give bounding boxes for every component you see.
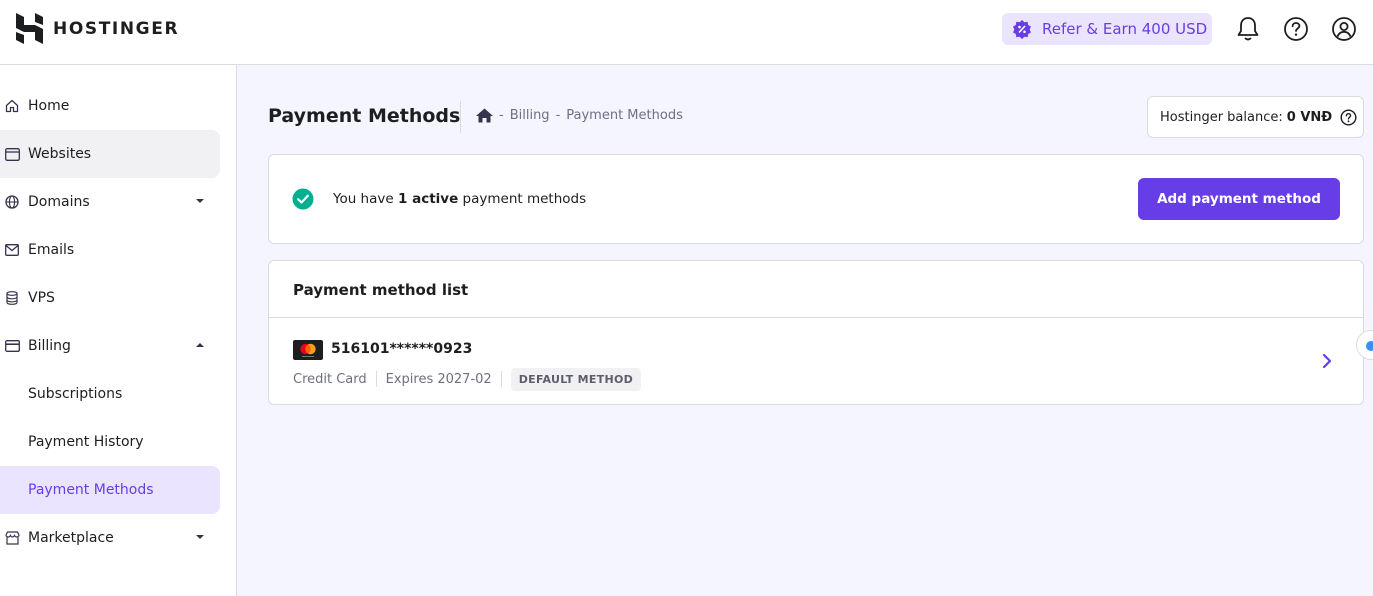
sidebar-item-label: Subscriptions bbox=[28, 386, 123, 402]
assistant-dot-icon bbox=[1366, 341, 1373, 351]
credit-card-icon bbox=[4, 338, 20, 354]
sidebar-item-billing[interactable]: Billing bbox=[0, 322, 220, 370]
title-divider bbox=[460, 101, 461, 133]
sidebar-item-label: Billing bbox=[28, 338, 71, 354]
sidebar-item-domains[interactable]: Domains bbox=[0, 178, 220, 226]
balance-box: Hostinger balance: 0 VNĐ bbox=[1147, 96, 1364, 138]
help-circle-icon[interactable] bbox=[1282, 15, 1310, 43]
browser-window-icon bbox=[4, 146, 20, 162]
sidebar-item-home[interactable]: Home bbox=[0, 82, 220, 130]
active-count: 1 active bbox=[397, 191, 459, 207]
sidebar-item-label: VPS bbox=[28, 290, 55, 306]
store-icon bbox=[4, 530, 20, 546]
hostinger-mark-icon bbox=[16, 13, 43, 44]
card-number: 516101******0923 bbox=[331, 341, 473, 357]
list-title: Payment method list bbox=[293, 281, 469, 299]
sidebar-item-vps[interactable]: VPS bbox=[0, 274, 220, 322]
meta-divider bbox=[375, 371, 377, 387]
refer-earn-label: Refer & Earn 400 USD bbox=[1042, 20, 1208, 38]
sidebar-item-label: Emails bbox=[28, 242, 75, 258]
envelope-icon bbox=[4, 242, 20, 258]
add-payment-method-button[interactable]: Add payment method bbox=[1138, 178, 1340, 220]
sidebar-item-label: Marketplace bbox=[28, 530, 114, 546]
chevron-down-icon bbox=[196, 199, 204, 203]
page-title: Payment Methods bbox=[268, 105, 461, 127]
discount-badge-icon bbox=[1013, 20, 1031, 39]
chevron-right-icon[interactable] bbox=[1321, 353, 1333, 369]
sidebar-item-marketplace[interactable]: Marketplace bbox=[0, 514, 220, 562]
balance-label: Hostinger balance: bbox=[1160, 109, 1283, 125]
refer-earn-button[interactable]: Refer & Earn 400 USD bbox=[1002, 13, 1212, 45]
sidebar-item-label: Payment History bbox=[28, 434, 144, 450]
payment-method-list-card: Payment method list 516101******0923 Cre… bbox=[268, 260, 1364, 405]
brand-name: HOSTINGER bbox=[53, 18, 180, 39]
payment-method-row[interactable]: 516101******0923 Credit Card Expires 202… bbox=[269, 319, 1363, 405]
sidebar-item-label: Domains bbox=[28, 194, 90, 210]
active-methods-text: You have 1 active payment methods bbox=[333, 191, 586, 207]
sidebar-item-emails[interactable]: Emails bbox=[0, 226, 220, 274]
card-meta: Credit Card Expires 2027-02 DEFAULT METH… bbox=[293, 367, 642, 391]
check-circle-icon bbox=[292, 188, 314, 210]
breadcrumb-separator: - bbox=[499, 108, 504, 123]
balance-help-icon[interactable] bbox=[1340, 108, 1357, 126]
globe-icon bbox=[4, 194, 20, 210]
breadcrumb-current: Payment Methods bbox=[566, 108, 683, 123]
breadcrumb-separator: - bbox=[555, 108, 561, 123]
breadcrumb: - Billing - Payment Methods bbox=[476, 108, 683, 123]
chevron-up-icon bbox=[196, 343, 204, 347]
sidebar-item-websites[interactable]: Websites bbox=[0, 130, 220, 178]
sidebar-item-subscriptions[interactable]: Subscriptions bbox=[0, 370, 220, 418]
default-method-badge: DEFAULT METHOD bbox=[510, 367, 642, 391]
card-expiry: Expires 2027-02 bbox=[385, 371, 492, 387]
balance-value: 0 VNĐ bbox=[1286, 109, 1333, 125]
sidebar-item-payment-history[interactable]: Payment History bbox=[0, 418, 220, 466]
home-breadcrumb-icon[interactable] bbox=[476, 108, 493, 123]
meta-divider bbox=[500, 371, 502, 387]
mastercard-icon bbox=[293, 340, 323, 360]
hostinger-logo[interactable]: HOSTINGER bbox=[16, 13, 179, 44]
active-methods-card: You have 1 active payment methods Add pa… bbox=[268, 154, 1364, 244]
sidebar-item-payment-methods[interactable]: Payment Methods bbox=[0, 466, 220, 514]
home-icon bbox=[4, 98, 20, 114]
list-header: Payment method list bbox=[269, 261, 1363, 318]
database-icon bbox=[4, 290, 20, 306]
sidebar-item-label: Payment Methods bbox=[28, 482, 154, 498]
chevron-down-icon bbox=[196, 535, 204, 539]
sidebar-nav: Home Websites Domains Emails VPS Billing bbox=[0, 65, 237, 596]
sidebar-item-label: Home bbox=[28, 98, 70, 114]
status-prefix: You have bbox=[333, 191, 394, 207]
breadcrumb-billing[interactable]: Billing bbox=[510, 108, 550, 123]
sidebar-item-label: Websites bbox=[28, 146, 92, 162]
notifications-bell-icon[interactable] bbox=[1234, 15, 1262, 43]
status-suffix: payment methods bbox=[462, 191, 587, 207]
account-avatar-icon[interactable] bbox=[1330, 15, 1358, 43]
card-type: Credit Card bbox=[293, 371, 367, 387]
top-header: HOSTINGER Refer & Earn 400 USD bbox=[0, 0, 1373, 65]
